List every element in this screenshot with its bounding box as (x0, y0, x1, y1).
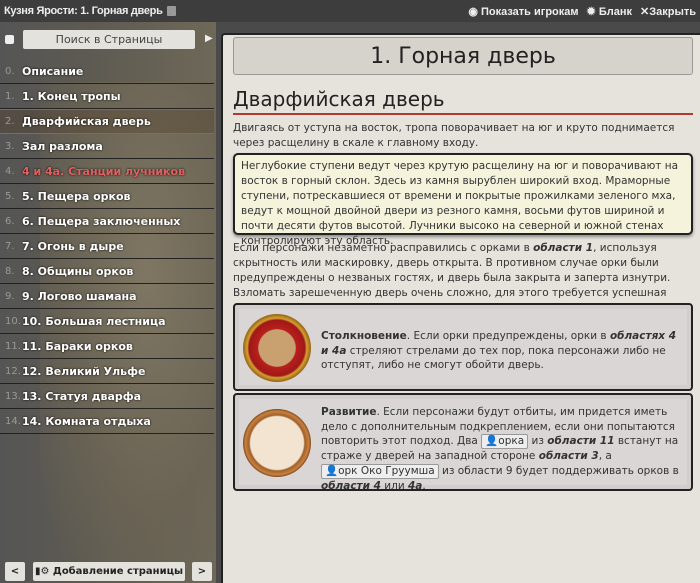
note-icon[interactable] (5, 35, 14, 44)
creature-link-eye-of-gruumsh[interactable]: 👤орк Око Груумша (321, 463, 439, 479)
item-label: 11. Бараки орков (22, 339, 133, 353)
crossed-swords-icon (243, 314, 311, 382)
close-button[interactable]: ✕Закрыть (640, 5, 696, 18)
item-label: 8. Общины орков (22, 264, 134, 278)
blank-button[interactable]: ✹ Бланк (587, 5, 632, 18)
item-number: 13. (5, 390, 21, 402)
next-page-button[interactable]: > (192, 562, 212, 581)
title-bar: Кузня Ярости: 1. Горная дверь ◉ Показать… (0, 0, 700, 22)
item-label: 4 и 4а. Станции лучников (22, 164, 186, 178)
item-number: 6. (5, 215, 15, 227)
book-icon (166, 6, 176, 16)
page-list-item[interactable]: 2. Дварфийская дверь (0, 109, 214, 134)
add-page-button[interactable]: ▮⚙ Добавление страницы (33, 562, 185, 581)
intro-paragraph: Двигаясь от уступа на восток, тропа пово… (233, 122, 675, 149)
item-number: 2. (5, 116, 15, 127)
item-label: 9. Логово шамана (22, 289, 137, 303)
read-aloud-box: Неглубокие ступени ведут через крутую ра… (233, 153, 693, 247)
page-list: 0. Описание 1. 1. Конец тропы 2. Дварфийская … (0, 59, 214, 434)
section-heading: Дварфийская дверь (233, 87, 693, 115)
item-number: 9. (5, 290, 15, 302)
item-number: 4. (5, 165, 15, 177)
expand-arrow-icon[interactable]: ▶ (205, 33, 213, 44)
sidebar: Поиск в Страницы ▶ 0. Описание 1. 1. Конец … (0, 22, 216, 583)
page-list-item[interactable]: 13. 13. Статуя дварфа (0, 384, 214, 409)
item-number: 11. (5, 340, 21, 352)
item-number: 3. (5, 140, 15, 152)
page-list-item[interactable]: 6. 6. Пещера заключенных (0, 209, 214, 234)
page-list-item[interactable]: 12. 12. Великий Ульфе (0, 359, 214, 384)
page-list-item[interactable]: 7. 7. Огонь в дыре (0, 234, 214, 259)
eye-icon: ◉ (468, 5, 481, 18)
page-list-item[interactable]: 10. 10. Большая лестница (0, 309, 214, 334)
page-list-item[interactable]: 0. Описание (0, 59, 214, 84)
page-list-item[interactable]: 8. 8. Общины орков (0, 259, 214, 284)
gear-icon: ✹ (586, 5, 599, 18)
compass-icon (243, 409, 311, 477)
page-list-item[interactable]: 14. 14. Комната отдыха (0, 409, 214, 434)
page-content: 1. Горная дверь Дварфийская дверь Двигая… (221, 33, 700, 583)
item-label: 12. Великий Ульфе (22, 364, 146, 378)
search-pages-button[interactable]: Поиск в Страницы (23, 30, 195, 49)
item-number: 8. (5, 265, 15, 277)
creature-link-orc[interactable]: 👤орка (481, 434, 529, 449)
page-list-item[interactable]: 9. 9. Логово шамана (0, 284, 214, 309)
page-list-item[interactable]: 3. Зал разлома (0, 134, 214, 159)
item-label: 14. Комната отдыха (22, 414, 151, 428)
item-label: Описание (22, 64, 84, 78)
item-number: 12. (5, 365, 21, 377)
item-label: 5. Пещера орков (22, 189, 131, 203)
item-label: 10. Большая лестница (22, 314, 166, 328)
page-list-item[interactable]: 5. 5. Пещера орков (0, 184, 214, 209)
item-label: Зал разлома (22, 139, 103, 153)
item-number: 7. (5, 240, 15, 252)
close-icon: ✕ (640, 5, 650, 18)
item-label: 13. Статуя дварфа (22, 389, 142, 403)
page-list-item[interactable]: 1. 1. Конец тропы (0, 84, 214, 109)
item-number: 0. (5, 65, 15, 77)
item-label: 7. Огонь в дыре (22, 239, 124, 253)
add-page-icon: ▮⚙ (34, 566, 53, 577)
item-number: 10. (5, 315, 21, 327)
show-players-button[interactable]: ◉ Показать игрокам (468, 5, 578, 18)
encounter-card: Столкновение. Если орки предупреждены, о… (233, 303, 693, 391)
item-label: 1. Конец тропы (22, 89, 121, 103)
item-number: 5. (5, 190, 15, 202)
item-number: 1. (5, 90, 15, 102)
item-label: 6. Пещера заключенных (22, 214, 181, 228)
page-list-item[interactable]: 4. 4 и 4а. Станции лучников (0, 159, 214, 184)
development-card: Развитие. Если персонажи будут отбиты, и… (233, 393, 693, 492)
page-list-item[interactable]: 11. 11. Бараки орков (0, 334, 214, 359)
item-label: Дварфийская дверь (22, 115, 151, 128)
window-title: Кузня Ярости: 1. Горная дверь (4, 5, 163, 17)
item-number: 14. (5, 415, 21, 427)
page-title: 1. Горная дверь (233, 37, 693, 75)
prev-page-button[interactable]: < (5, 562, 25, 581)
